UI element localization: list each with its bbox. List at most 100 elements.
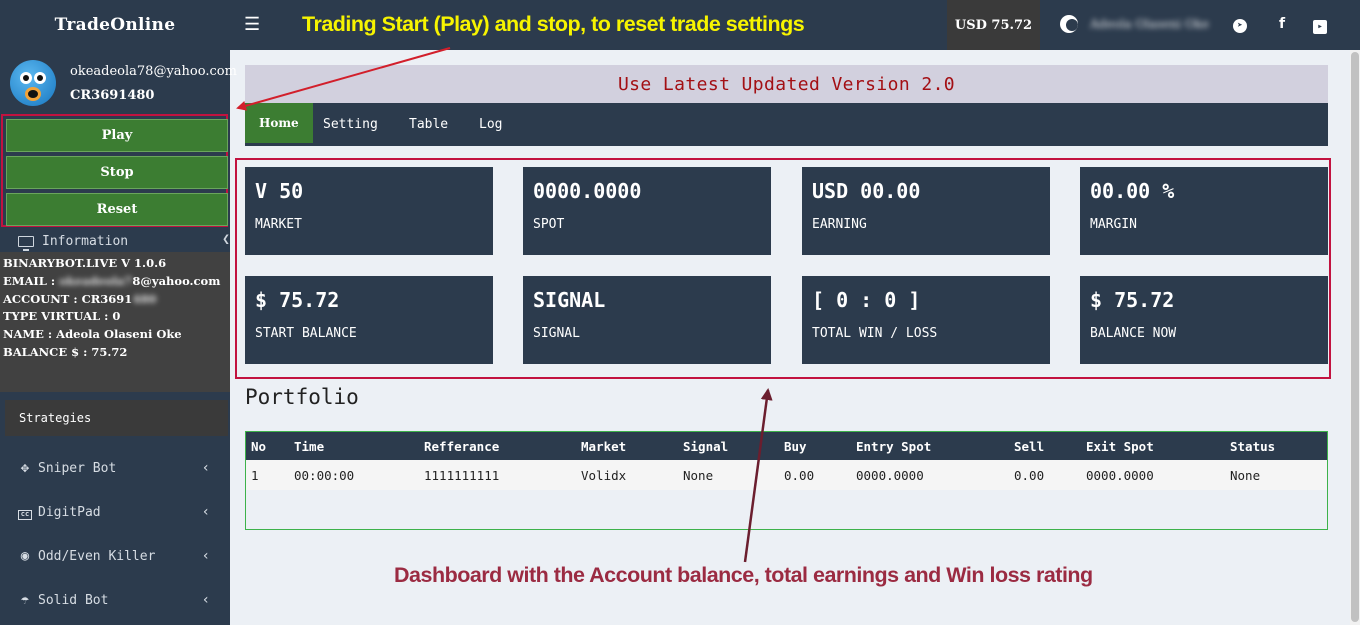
card-label: EARNING	[812, 217, 867, 232]
nav-label: Solid Bot	[38, 592, 109, 608]
balance-badge: USD 75.72	[947, 0, 1040, 50]
col-signal: Signal	[683, 438, 729, 454]
trade-controls: Play Stop Reset	[1, 114, 228, 227]
info-type: TYPE VIRTUAL : 0	[3, 309, 121, 324]
card-label: MARKET	[255, 217, 302, 232]
chevron-left-icon: ‹	[201, 504, 210, 520]
card-value: $ 75.72	[255, 288, 340, 312]
information-toggle[interactable]: Information ❮	[0, 230, 230, 252]
card-label: MARGIN	[1090, 217, 1137, 232]
nav-sniper-bot[interactable]: ✥ Sniper Bot ‹	[0, 456, 230, 480]
nav-label: Odd/Even Killer	[38, 548, 156, 564]
col-entry-spot: Entry Spot	[856, 438, 932, 454]
card-label: START BALANCE	[255, 326, 357, 341]
card-value: [ 0 : 0 ]	[812, 288, 921, 312]
info-name: NAME : Adeola Olaseni Oke	[3, 327, 182, 342]
table-row: 1 00:00:00 1111111111 Volidx None 0.00 0…	[246, 460, 1327, 490]
tab-table[interactable]: Table	[409, 103, 448, 146]
col-sell: Sell	[1014, 438, 1045, 454]
col-market: Market	[581, 438, 627, 454]
brand-logo[interactable]: TradeOnline	[0, 0, 230, 50]
tab-home[interactable]: Home	[245, 103, 313, 143]
globe-icon: ◉	[20, 548, 30, 564]
col-refferance: Refferance	[424, 438, 500, 454]
card-value: SIGNAL	[533, 288, 606, 312]
card-margin: 00.00 % MARGIN	[1080, 167, 1328, 255]
version-banner: Use Latest Updated Version 2.0	[245, 65, 1328, 103]
page-scrollbar[interactable]	[1350, 50, 1360, 625]
account-info-panel: BINARYBOT.LIVE V 1.0.6 EMAIL : okeadeola…	[0, 252, 230, 392]
info-version: BINARYBOT.LIVE V 1.0.6	[3, 256, 167, 270]
chevron-left-icon: ‹	[201, 592, 210, 608]
annotation-bottom: Dashboard with the Account balance, tota…	[394, 563, 1093, 587]
crosshair-icon: ✥	[20, 460, 30, 476]
portfolio-table: No Time Refferance Market Signal Buy Ent…	[245, 431, 1328, 530]
nav-digitpad[interactable]: cc DigitPad ‹	[0, 500, 230, 524]
strategies-header: Strategies	[5, 400, 228, 436]
nav-label: DigitPad	[38, 504, 101, 520]
umbrella-icon: ☂	[20, 592, 30, 608]
user-account-id: CR3691480	[70, 88, 155, 103]
info-email: EMAIL : okeadeola78@yahoo.com	[3, 273, 221, 288]
card-value: V 50	[255, 179, 304, 203]
cell-buy: 0.00	[784, 467, 815, 483]
cc-icon: cc	[18, 504, 32, 520]
card-market: V 50 MARKET	[245, 167, 493, 255]
monitor-icon	[18, 235, 34, 251]
sidebar: TradeOnline okeadeola78@yahoo.com CR3691…	[0, 0, 237, 625]
information-label: Information	[42, 233, 129, 249]
card-label: SPOT	[533, 217, 565, 232]
col-no: No	[251, 438, 267, 454]
card-value: 0000.0000	[533, 179, 642, 203]
card-label: SIGNAL	[533, 326, 580, 341]
main-tabs: Home Setting Table Log	[245, 103, 1328, 146]
card-spot: 0000.0000 SPOT	[523, 167, 771, 255]
card-value: USD 00.00	[812, 179, 921, 203]
cell-time: 00:00:00	[294, 467, 355, 483]
avatar	[10, 60, 56, 106]
cell-sell: 0.00	[1014, 467, 1045, 483]
chevron-left-icon: ‹	[201, 548, 210, 564]
cell-status: None	[1230, 467, 1261, 483]
chevron-left-icon: ‹	[201, 460, 210, 476]
tab-setting[interactable]: Setting	[323, 103, 378, 146]
cell-no: 1	[251, 467, 259, 483]
cell-signal: None	[683, 467, 714, 483]
card-earning: USD 00.00 EARNING	[802, 167, 1050, 255]
card-label: TOTAL WIN / LOSS	[812, 326, 938, 341]
cell-entry-spot: 0000.0000	[856, 467, 924, 483]
youtube-icon[interactable]: ▶	[1312, 16, 1328, 34]
col-status: Status	[1230, 438, 1276, 454]
reset-button[interactable]: Reset	[6, 193, 228, 226]
user-name[interactable]: Adeola Olaseni Oke	[1090, 17, 1209, 31]
nav-label: Sniper Bot	[38, 460, 117, 476]
table-header: No Time Refferance Market Signal Buy Ent…	[246, 432, 1327, 460]
cell-exit-spot: 0000.0000	[1086, 467, 1154, 483]
portfolio-title: Portfolio	[245, 385, 359, 409]
col-exit-spot: Exit Spot	[1086, 438, 1154, 454]
tab-log[interactable]: Log	[479, 103, 502, 146]
info-account: ACCOUNT : CR3691480	[3, 291, 157, 306]
telegram-icon[interactable]: ➤	[1232, 16, 1248, 33]
menu-toggle-icon[interactable]: ☰	[244, 14, 260, 35]
cell-market: Volidx	[581, 467, 627, 483]
play-button[interactable]: Play	[6, 119, 228, 152]
user-email: okeadeola78@yahoo.com	[70, 64, 237, 79]
col-buy: Buy	[784, 438, 807, 454]
facebook-icon[interactable]: f	[1274, 16, 1290, 32]
card-start-balance: $ 75.72 START BALANCE	[245, 276, 493, 364]
stop-button[interactable]: Stop	[6, 156, 228, 189]
nav-solid-bot[interactable]: ☂ Solid Bot ‹	[0, 588, 230, 612]
info-balance: BALANCE $ : 75.72	[3, 344, 128, 359]
card-value: $ 75.72	[1090, 288, 1175, 312]
cell-refferance: 1111111111	[424, 467, 500, 483]
card-value: 00.00 %	[1090, 179, 1175, 203]
card-signal: SIGNAL SIGNAL	[523, 276, 771, 364]
chevron-left-icon: ❮	[222, 232, 230, 247]
col-time: Time	[294, 438, 325, 454]
nav-odd-even-killer[interactable]: ◉ Odd/Even Killer ‹	[0, 544, 230, 568]
user-avatar-small[interactable]	[1060, 15, 1078, 33]
card-label: BALANCE NOW	[1090, 326, 1177, 341]
card-balance-now: $ 75.72 BALANCE NOW	[1080, 276, 1328, 364]
annotation-top: Trading Start (Play) and stop, to reset …	[302, 12, 805, 36]
